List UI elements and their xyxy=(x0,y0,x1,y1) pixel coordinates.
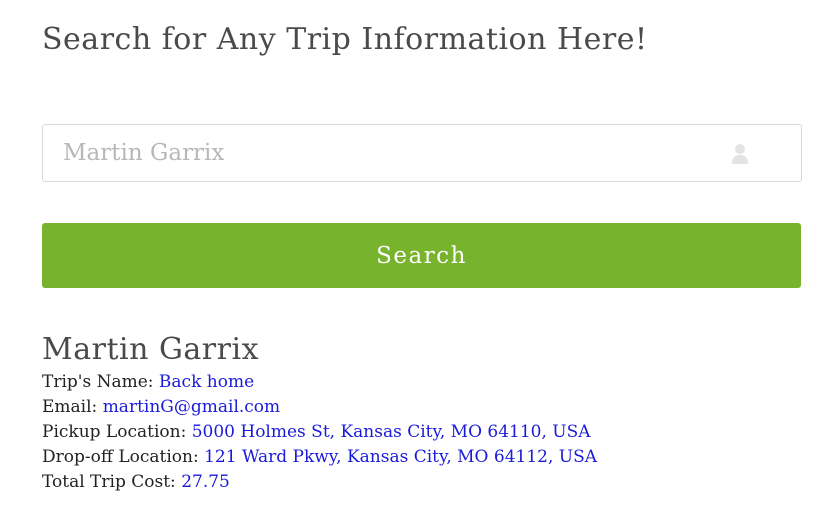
trip-name-row: Trip's Name: Back home xyxy=(42,370,802,395)
pickup-location-value: 5000 Holmes St, Kansas City, MO 64110, U… xyxy=(191,422,591,442)
pickup-location-label: Pickup Location: xyxy=(42,422,187,442)
email-value: martinG@gmail.com xyxy=(102,397,281,417)
dropoff-location-row: Drop-off Location: 121 Ward Pkwy, Kansas… xyxy=(42,445,802,470)
trip-name-value: Back home xyxy=(158,372,255,392)
email-row: Email: martinG@gmail.com xyxy=(42,395,802,420)
email-label: Email: xyxy=(42,397,98,417)
search-box xyxy=(42,124,802,182)
total-cost-row: Total Trip Cost: 27.75 xyxy=(42,470,802,495)
pickup-location-row: Pickup Location: 5000 Holmes St, Kansas … xyxy=(42,420,802,445)
search-button[interactable]: Search xyxy=(42,223,801,288)
trip-name-label: Trip's Name: xyxy=(42,372,154,392)
total-cost-value: 27.75 xyxy=(181,472,230,492)
dropoff-location-value: 121 Ward Pkwy, Kansas City, MO 64112, US… xyxy=(204,447,598,467)
result-panel: Martin Garrix Trip's Name: Back home Ema… xyxy=(42,330,802,495)
dropoff-location-label: Drop-off Location: xyxy=(42,447,199,467)
total-cost-label: Total Trip Cost: xyxy=(42,472,176,492)
search-input[interactable] xyxy=(43,125,723,181)
page-title: Search for Any Trip Information Here! xyxy=(42,22,648,57)
user-icon xyxy=(731,143,749,165)
result-name: Martin Garrix xyxy=(42,332,259,367)
